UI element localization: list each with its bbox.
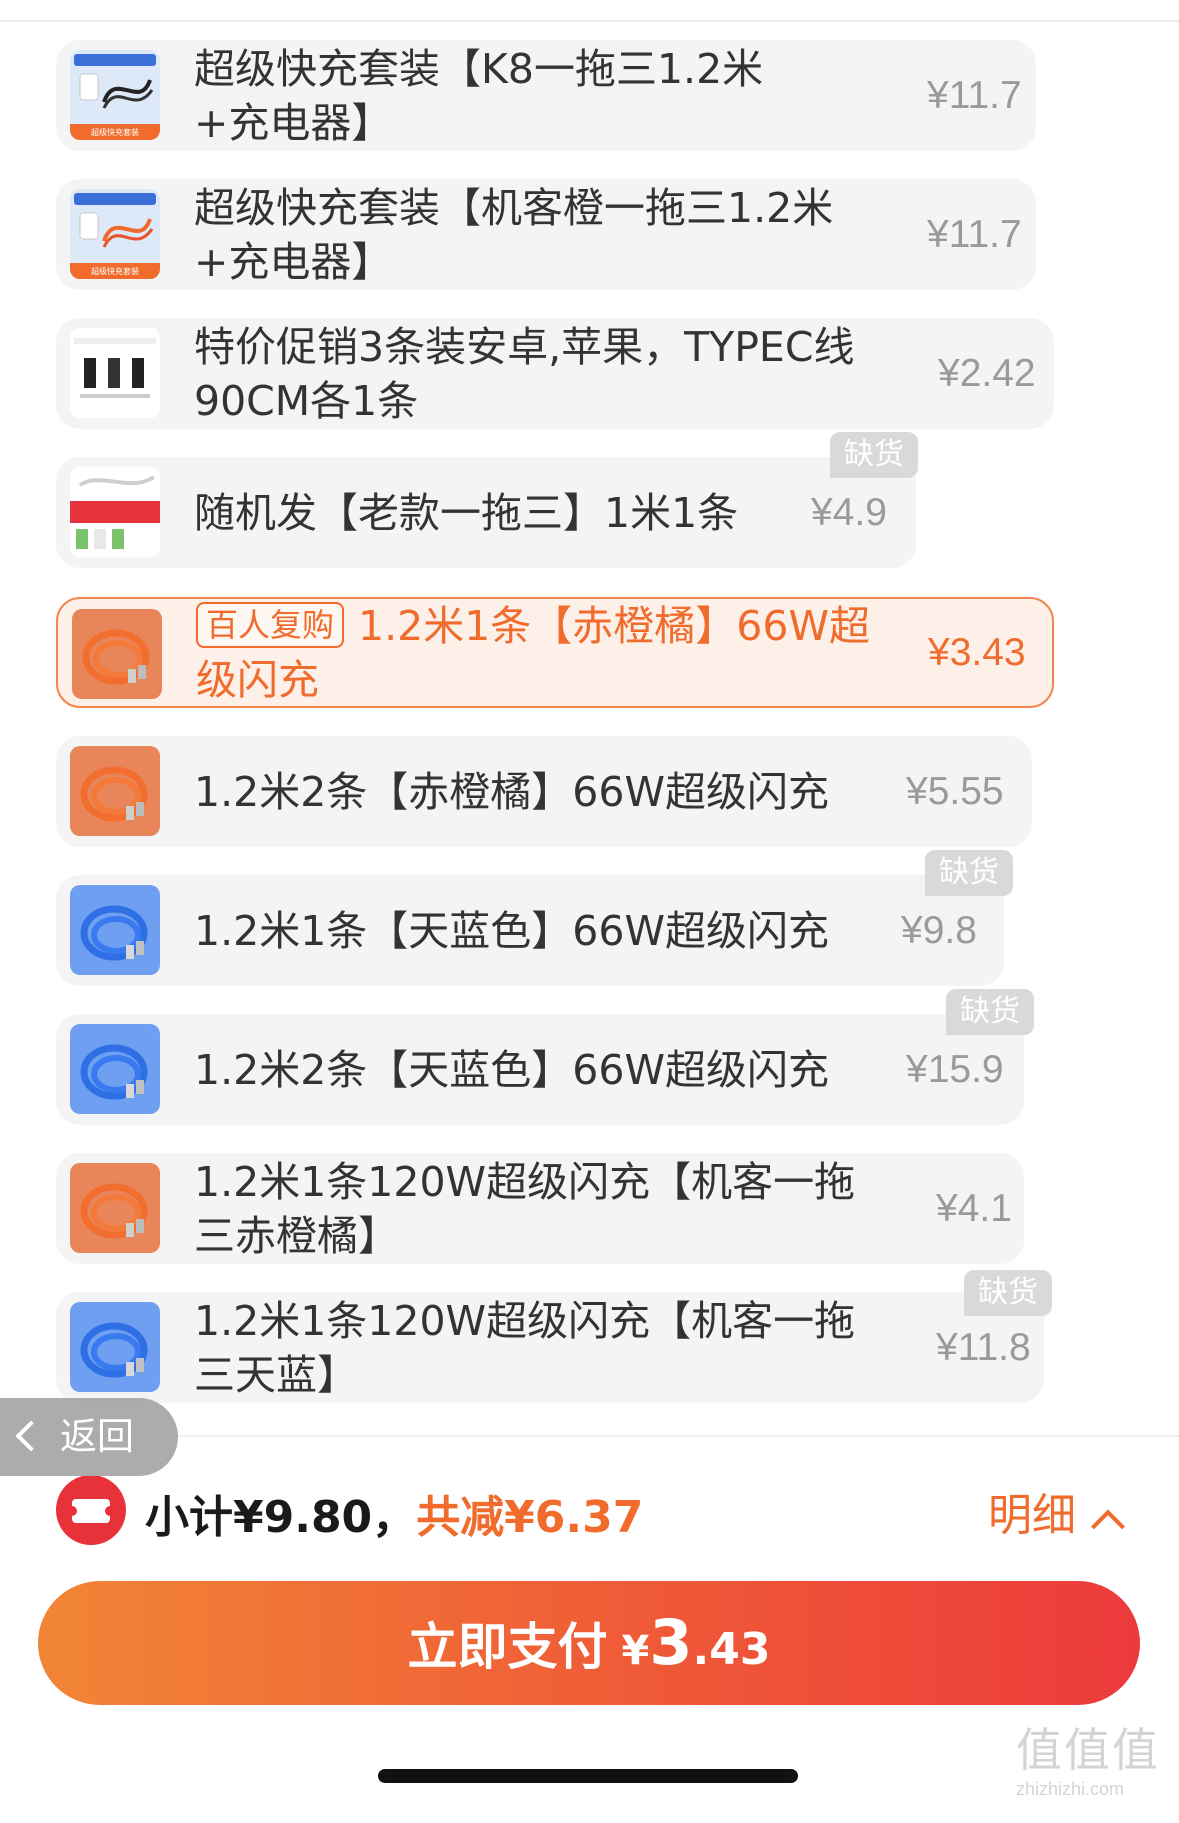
ticket-notch-left [67, 1506, 77, 1516]
sku-option[interactable]: 特价促销3条装安卓,苹果，TYPEC线90CM各1条 ¥2.42 [56, 318, 1054, 429]
pay-amount-integer: 3 [649, 1606, 693, 1679]
sku-price: ¥2.42 [938, 351, 1036, 395]
product-thumbnail [70, 1302, 160, 1392]
sku-price: ¥4.9 [811, 490, 887, 534]
charger-kit-image: 超级快充套装 [70, 50, 160, 140]
ticket-notch-right [105, 1506, 115, 1516]
product-thumbnail [72, 609, 162, 699]
sku-option[interactable]: 1.2米2条【天蓝色】66W超级闪充 ¥15.9 [56, 1014, 1024, 1125]
watermark: 值值值 zhizhizhi.com [1016, 1722, 1176, 1822]
subtotal-amount: 小计¥9.80， [145, 1492, 417, 1543]
sku-name: 1.2米1条120W超级闪充【机客一拖三天蓝】 [194, 1296, 856, 1399]
sku-price: ¥11.7 [927, 73, 1022, 117]
product-thumbnail: 超级快充套装 [70, 189, 160, 279]
sku-price: ¥4.1 [936, 1186, 1012, 1230]
sku-price: ¥3.43 [928, 630, 1026, 674]
product-thumbnail: 超级快充套装 [70, 50, 160, 140]
sku-option[interactable]: 1.2米1条【天蓝色】66W超级闪充 ¥9.8 [56, 875, 1004, 986]
pay-currency: ¥ [621, 1628, 650, 1674]
sku-price: ¥9.8 [901, 908, 977, 952]
sku-option[interactable]: 超级快充套装 超级快充套装【机客橙一拖三1.2米+充电器】 ¥11.7 [56, 179, 1036, 290]
blue-cable-image [70, 1024, 160, 1114]
sku-name: 超级快充套装【K8一拖三1.2米+充电器】 [194, 44, 764, 147]
blue-cable-image [70, 1302, 160, 1392]
pay-amount-decimal: .43 [692, 1624, 771, 1675]
back-button[interactable]: 返回 [0, 1398, 178, 1476]
out-of-stock-badge: 缺货 [925, 850, 1013, 896]
product-thumbnail [70, 328, 160, 418]
out-of-stock-badge: 缺货 [964, 1270, 1052, 1316]
sku-option[interactable]: 1.2米2条【赤橙橘】66W超级闪充 ¥5.55 [56, 736, 1032, 847]
cable-pack-image [70, 328, 160, 418]
sku-option[interactable]: 1.2米1条120W超级闪充【机客一拖三天蓝】 ¥11.8 [56, 1292, 1044, 1403]
sku-price: ¥5.55 [906, 769, 1004, 813]
sku-name: 百人复购 1.2米1条【赤橙橘】66W超级闪充 [196, 599, 886, 707]
out-of-stock-badge: 缺货 [946, 989, 1034, 1035]
pay-label: 立即支付 [407, 1618, 608, 1676]
chevron-up-icon [1091, 1509, 1125, 1544]
home-indicator [378, 1769, 798, 1783]
product-thumbnail [70, 1163, 160, 1253]
watermark-logo: 值值值 [1016, 1723, 1160, 1777]
back-label: 返回 [60, 1415, 134, 1458]
thumb-banner-text: 超级快充套装 [91, 127, 139, 137]
sku-option[interactable]: 1.2米1条120W超级闪充【机客一拖三赤橙橘】 ¥4.1 [56, 1153, 1024, 1264]
chevron-left-icon [15, 1420, 47, 1452]
watermark-url: zhizhizhi.com [1016, 1779, 1125, 1799]
orange-cable-image [70, 1163, 160, 1253]
out-of-stock-badge: 缺货 [830, 432, 918, 478]
sku-name: 1.2米1条【天蓝色】66W超级闪充 [194, 906, 829, 955]
sku-name: 1.2米2条【天蓝色】66W超级闪充 [194, 1045, 829, 1094]
sku-name: 随机发【老款一拖三】1米1条 [194, 488, 739, 537]
coupon-icon [56, 1475, 126, 1545]
order-summary-bar: 小计¥9.80，共减¥6.37 明细 [0, 1435, 1179, 1565]
sku-list: 超级快充套装 超级快充套装【K8一拖三1.2米+充电器】 ¥11.7 超级快充套… [0, 0, 1179, 1440]
pay-now-button[interactable]: 立即支付 ¥3.43 [38, 1581, 1140, 1705]
sku-option[interactable]: 超级快充套装 超级快充套装【K8一拖三1.2米+充电器】 ¥11.7 [56, 40, 1036, 151]
detail-toggle[interactable]: 明细 [988, 1479, 1125, 1544]
sku-name: 特价促销3条装安卓,苹果，TYPEC线90CM各1条 [194, 322, 855, 425]
sku-name: 超级快充套装【机客橙一拖三1.2米+充电器】 [194, 183, 834, 286]
sku-name: 1.2米2条【赤橙橘】66W超级闪充 [194, 767, 829, 816]
thumb-banner-text: 超级快充套装 [91, 266, 139, 276]
product-thumbnail [70, 885, 160, 975]
subtotal-text: 小计¥9.80，共减¥6.37 [145, 1481, 643, 1545]
orange-cable-image [72, 609, 162, 699]
product-thumbnail [70, 746, 160, 836]
sku-option-selected[interactable]: 百人复购 1.2米1条【赤橙橘】66W超级闪充 ¥3.43 [56, 597, 1054, 708]
discount-amount: 共减¥6.37 [416, 1492, 644, 1543]
random-cable-image [70, 467, 160, 557]
charger-kit-image: 超级快充套装 [70, 189, 160, 279]
orange-cable-image [70, 746, 160, 836]
product-thumbnail [70, 1024, 160, 1114]
sku-price: ¥15.9 [906, 1047, 1004, 1091]
blue-cable-image [70, 885, 160, 975]
product-thumbnail [70, 467, 160, 557]
sku-price: ¥11.7 [927, 212, 1022, 256]
detail-label: 明细 [988, 1490, 1076, 1541]
sku-option[interactable]: 随机发【老款一拖三】1米1条 ¥4.9 [56, 457, 916, 568]
repurchase-tag: 百人复购 [196, 601, 345, 648]
sku-price: ¥11.8 [936, 1325, 1031, 1369]
sku-name: 1.2米1条120W超级闪充【机客一拖三赤橙橘】 [194, 1157, 856, 1260]
